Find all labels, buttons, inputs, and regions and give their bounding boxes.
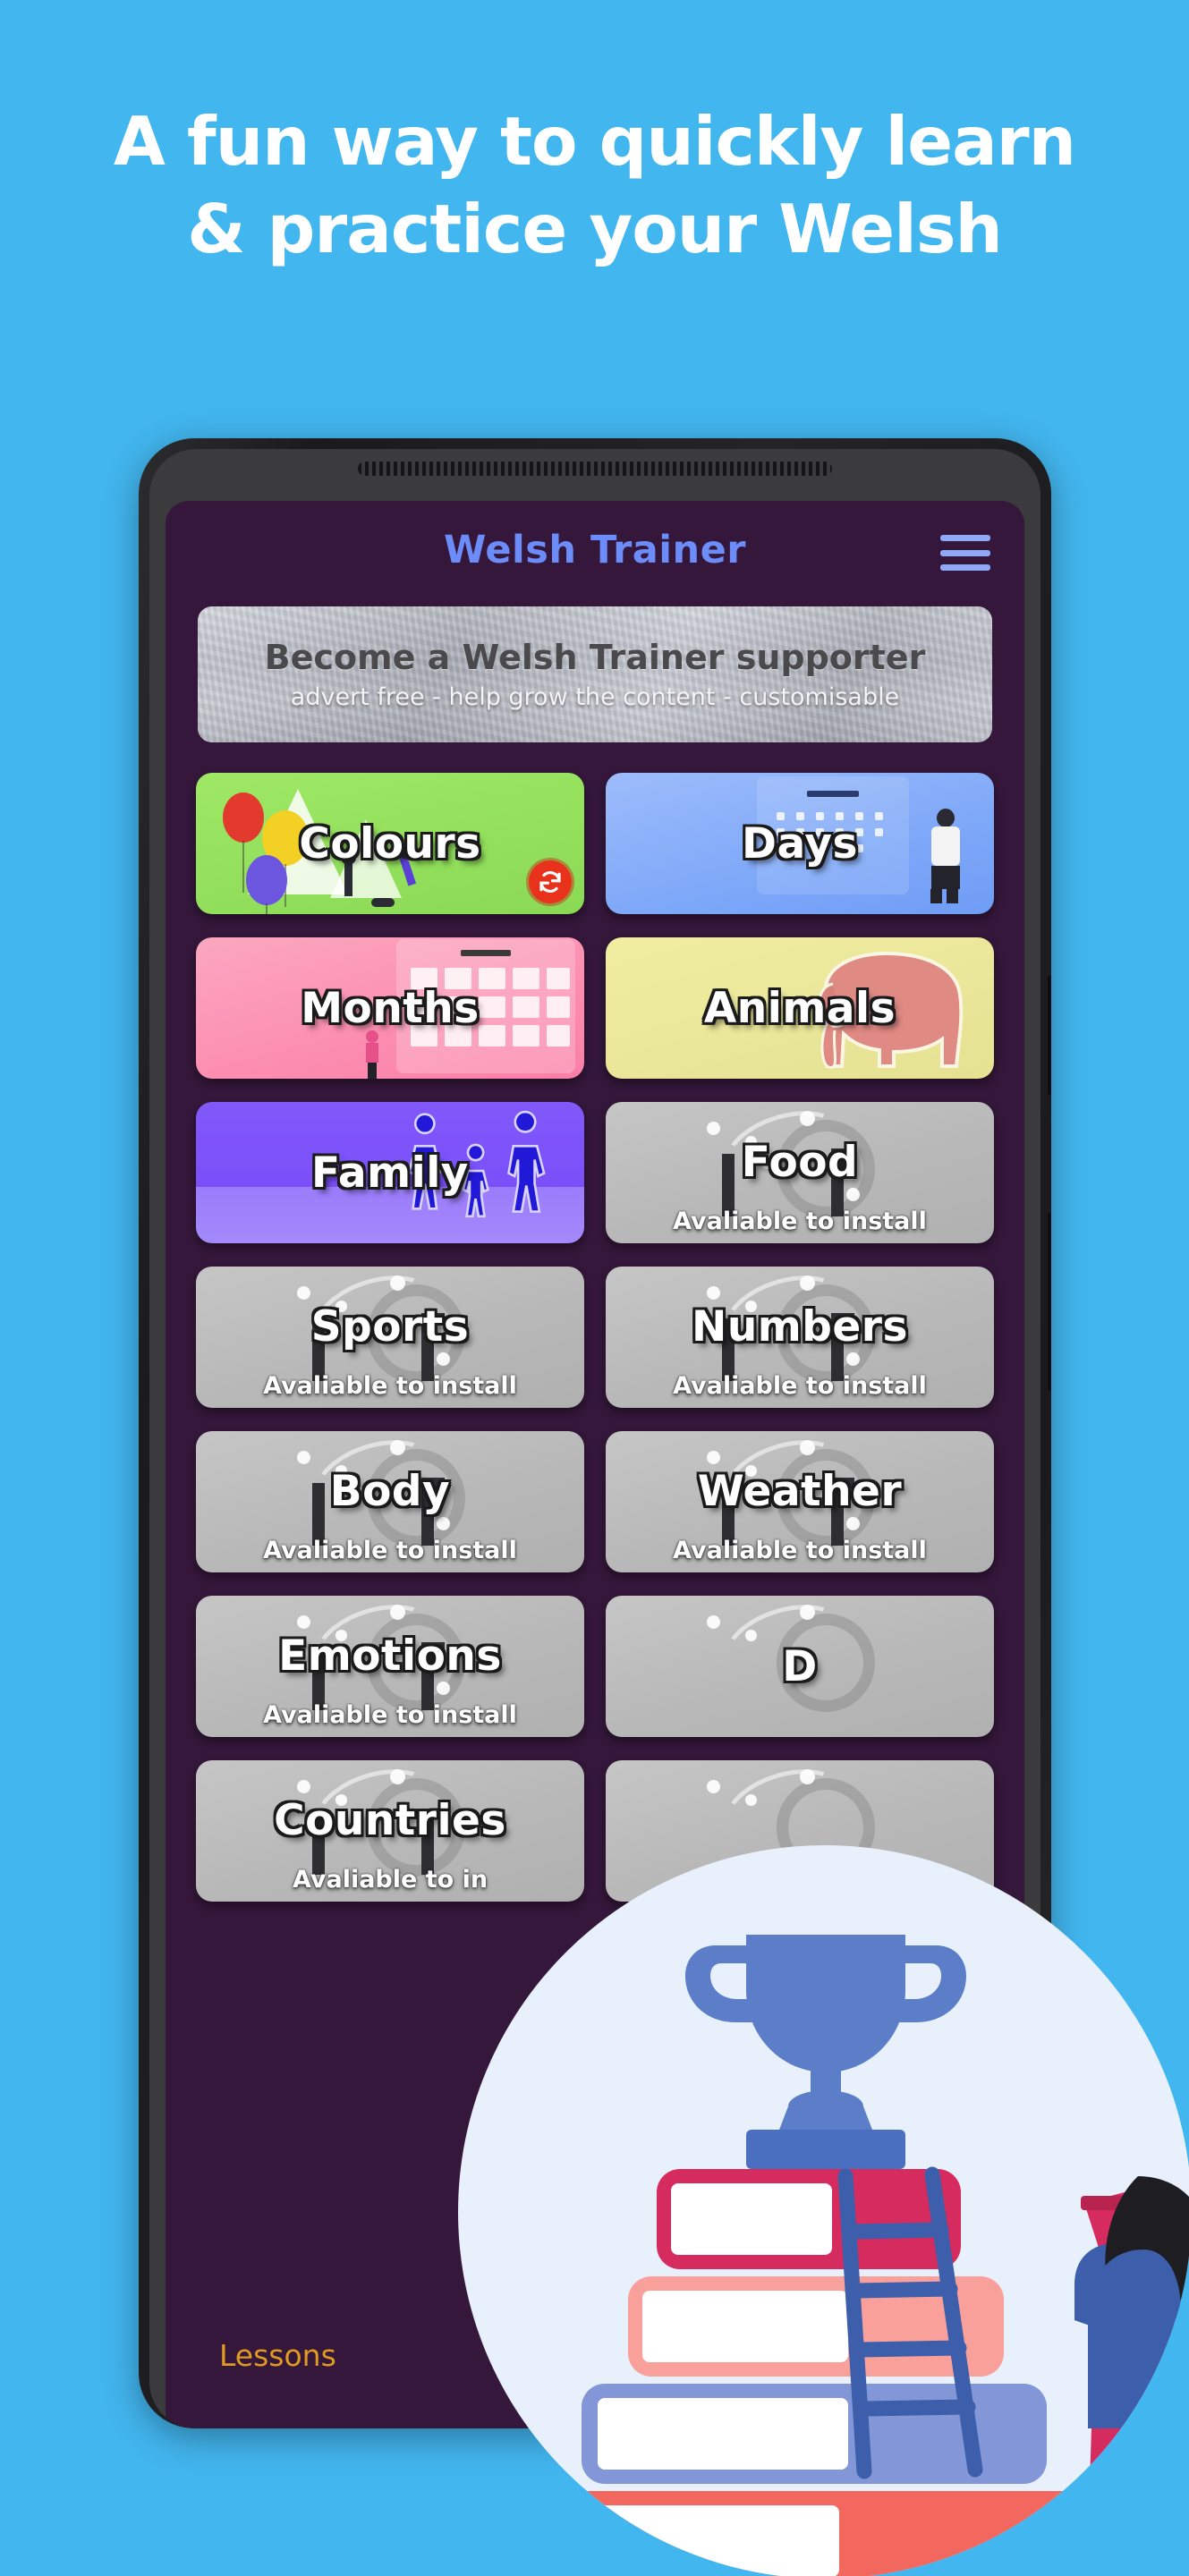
lesson-tile-label: Months [301, 983, 480, 1033]
lesson-tile-weather[interactable]: Weather Avaliable to install [606, 1431, 994, 1572]
lesson-tile-status: Avaliable to install [263, 1701, 517, 1729]
headline-line-1: A fun way to quickly learn [113, 102, 1076, 181]
lesson-tile-status: Avaliable to install [673, 1208, 927, 1235]
lesson-tile-months[interactable]: Months [196, 937, 584, 1079]
lesson-tile-label: Sports [310, 1301, 470, 1352]
lesson-tile-numbers[interactable]: Numbers Avaliable to install [606, 1267, 994, 1408]
phone-speaker-grille [358, 462, 832, 476]
trophy-icon [685, 1935, 966, 2130]
person-with-book [1074, 2176, 1189, 2562]
page-title: A fun way to quickly learn & practice yo… [0, 98, 1189, 273]
supporter-banner-subtitle: advert free - help grow the content - cu… [290, 683, 900, 711]
lesson-tile-label: Body [329, 1466, 451, 1516]
lesson-tile-label: Weather [697, 1466, 903, 1516]
lesson-tile-sports[interactable]: Sports Avaliable to install [196, 1267, 584, 1408]
app-title: Welsh Trainer [443, 528, 747, 572]
lesson-tile-family[interactable]: Family [196, 1102, 584, 1243]
supporter-banner[interactable]: Become a Welsh Trainer supporter advert … [198, 606, 992, 742]
lesson-tile-status: Avaliable to install [263, 1537, 517, 1564]
bottom-nav-lessons[interactable]: Lessons [219, 2338, 336, 2373]
trophy-base [746, 2130, 905, 2169]
book-stack [528, 2169, 1100, 2576]
lesson-tile-label: Numbers [692, 1301, 908, 1352]
illustration-artwork [528, 1935, 1189, 2576]
phone-volume-button[interactable] [1048, 975, 1051, 1096]
lesson-tile-status: Avaliable to install [263, 1372, 517, 1400]
lesson-tile-occluded-d[interactable]: D [606, 1596, 994, 1737]
lesson-tile-status: Avaliable to install [673, 1537, 927, 1564]
lesson-tile-label: Countries [274, 1795, 506, 1845]
lesson-tile-label: Days [742, 818, 858, 869]
headline-line-2: & practice your Welsh [187, 189, 1003, 268]
refresh-icon[interactable] [529, 860, 572, 903]
lesson-tile-colours[interactable]: Colours [196, 773, 584, 914]
app-bar: Welsh Trainer [166, 501, 1024, 601]
lesson-tile-label: Food [741, 1137, 859, 1187]
phone-power-button[interactable] [1048, 1212, 1051, 1391]
lesson-tile-label: Emotions [278, 1631, 502, 1681]
lesson-tile-label: Animals [703, 983, 896, 1033]
trophy-on-books-illustration [458, 1845, 1189, 2576]
lesson-tile-label: Family [311, 1148, 469, 1198]
hamburger-menu-icon[interactable] [940, 535, 990, 571]
lesson-tile-status: Avaliable to install [673, 1372, 927, 1400]
supporter-banner-title: Become a Welsh Trainer supporter [264, 638, 926, 677]
lesson-tile-days[interactable]: Days [606, 773, 994, 914]
lesson-tile-label: Colours [299, 818, 481, 869]
lesson-tile-emotions[interactable]: Emotions Avaliable to install [196, 1596, 584, 1737]
lesson-tile-body[interactable]: Body Avaliable to install [196, 1431, 584, 1572]
lesson-tile-animals[interactable]: Animals [606, 937, 994, 1079]
lesson-tile-food[interactable]: Food Avaliable to install [606, 1102, 994, 1243]
lesson-tile-label: D [782, 1641, 818, 1691]
lesson-tile-grid: Colours Days Months Animals Family Food … [196, 773, 994, 1902]
